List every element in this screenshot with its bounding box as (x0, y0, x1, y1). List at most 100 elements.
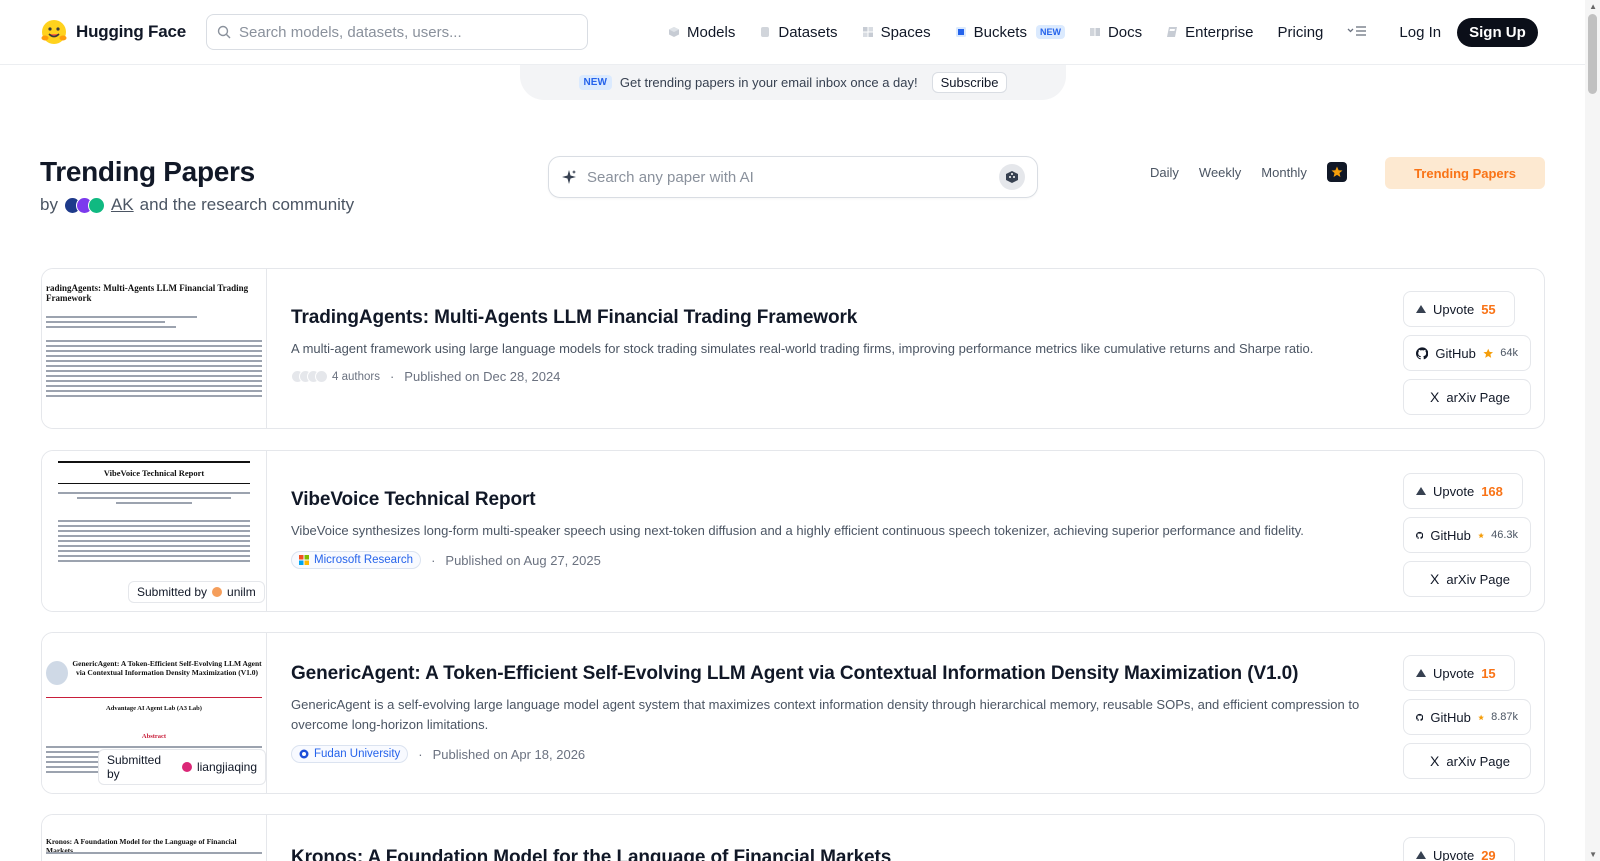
arxiv-icon: X (1430, 389, 1440, 405)
new-badge: NEW (1035, 25, 1065, 39)
thumbnail-title: GenericAgent: A Token-Efficient Self-Evo… (72, 659, 262, 677)
signup-button[interactable]: Sign Up (1457, 17, 1538, 47)
paper-body: Kronos: A Foundation Model for the Langu… (291, 847, 1361, 861)
scroll-down-icon[interactable]: ▼ (1589, 850, 1597, 859)
nav-pricing-label: Pricing (1277, 23, 1324, 41)
paper-title[interactable]: Kronos: A Foundation Model for the Langu… (291, 847, 1361, 861)
submitted-by-badge[interactable]: Submitted by liangjiaqing (98, 749, 266, 785)
paper-card[interactable]: radingAgents: Multi-Agents LLM Financial… (41, 268, 1545, 429)
trending-papers-button[interactable]: Trending Papers (1385, 157, 1545, 189)
arxiv-button[interactable]: X arXiv Page (1403, 561, 1531, 597)
scroll-up-icon[interactable]: ▲ (1589, 2, 1597, 11)
page-scrollbar[interactable]: ▲ ▼ (1585, 0, 1600, 861)
database-icon (761, 27, 770, 37)
avatar (87, 196, 105, 214)
tab-daily[interactable]: Daily (1150, 165, 1179, 180)
paper-meta: Microsoft Research · Published on Aug 27… (291, 551, 1361, 569)
university-logo-icon (299, 749, 309, 759)
nav-docs[interactable]: Docs (1089, 24, 1142, 41)
subscribe-button[interactable]: Subscribe (931, 72, 1008, 93)
nav-datasets[interactable]: Datasets (759, 23, 838, 41)
paper-title[interactable]: TradingAgents: Multi-Agents LLM Financia… (291, 307, 1361, 329)
bucket-icon (955, 27, 966, 37)
thumbnail-title: VibeVoice Technical Report (103, 468, 205, 478)
org-chip[interactable]: Microsoft Research (291, 551, 422, 569)
author-avatars (291, 370, 328, 383)
global-search-input[interactable] (239, 23, 559, 41)
paper-thumbnail[interactable]: Kronos: A Foundation Model for the Langu… (42, 815, 267, 861)
arxiv-button[interactable]: X arXiv Page (1403, 743, 1531, 779)
thumbnail-lab: Advantage AI Agent Lab (A3 Lab) (106, 705, 202, 712)
upvote-button[interactable]: Upvote 29 (1403, 837, 1515, 861)
upvote-arrow-icon (1416, 669, 1426, 677)
paper-card[interactable]: VibeVoice Technical Report Submitted by … (41, 450, 1545, 612)
arxiv-button[interactable]: X arXiv Page (1403, 379, 1531, 415)
published-date: Published on Dec 28, 2024 (404, 369, 561, 384)
org-name: Microsoft Research (314, 554, 414, 566)
curator-avatars (63, 196, 105, 214)
author-link[interactable]: AK (111, 195, 134, 215)
paper-card[interactable]: Kronos: A Foundation Model for the Langu… (41, 814, 1545, 861)
upvote-button[interactable]: Upvote 15 (1403, 655, 1515, 691)
github-button[interactable]: GitHub 64k (1403, 335, 1531, 371)
ai-paper-search[interactable] (548, 156, 1038, 198)
submitted-by-badge[interactable]: Submitted by unilm (128, 581, 265, 603)
upvote-arrow-icon (1416, 851, 1426, 859)
paper-card[interactable]: GenericAgent: A Token-Efficient Self-Evo… (41, 632, 1545, 794)
nav-enterprise[interactable]: Enterprise (1166, 24, 1254, 41)
submitter-name: unilm (227, 585, 256, 599)
author-count: 4 authors (332, 370, 380, 383)
paper-meta: 4 authors · Published on Dec 28, 2024 (291, 369, 1361, 384)
upvote-button[interactable]: Upvote 55 (1403, 291, 1515, 327)
lab-logo-icon (46, 661, 68, 685)
nav-pricing[interactable]: Pricing (1278, 24, 1324, 41)
paper-actions: Upvote 168 GitHub 46.3k X arXiv Page (1403, 473, 1531, 597)
login-link[interactable]: Log In (1399, 24, 1441, 41)
arxiv-label: arXiv Page (1446, 753, 1510, 769)
org-chip[interactable]: Fudan University (291, 745, 409, 763)
github-icon (1416, 713, 1424, 721)
paper-thumbnail[interactable]: radingAgents: Multi-Agents LLM Financial… (42, 269, 267, 428)
github-button[interactable]: GitHub 46.3k (1403, 517, 1531, 553)
github-label: GitHub (1435, 345, 1476, 361)
paper-thumbnail[interactable]: GenericAgent: A Token-Efficient Self-Evo… (42, 633, 267, 793)
paper-summary: VibeVoice synthesizes long-form multi-sp… (291, 523, 1304, 538)
upvote-count: 15 (1481, 665, 1496, 681)
ai-search-button[interactable] (999, 164, 1025, 190)
paper-body: TradingAgents: Multi-Agents LLM Financia… (291, 307, 1361, 384)
byline-community: and the research community (139, 195, 355, 214)
brand-name: Hugging Face (76, 22, 186, 41)
github-stars: 8.87k (1491, 711, 1518, 723)
nav-buckets[interactable]: Buckets NEW (955, 24, 1065, 41)
tab-weekly[interactable]: Weekly (1199, 165, 1241, 180)
microsoft-logo-icon (299, 555, 309, 565)
tab-monthly[interactable]: Monthly (1261, 165, 1307, 180)
github-button[interactable]: GitHub 8.87k (1403, 699, 1531, 735)
paper-actions: Upvote 15 GitHub 8.87k X arXiv Page (1403, 655, 1531, 779)
hugging-face-logo-icon (41, 20, 67, 44)
ai-search-input[interactable] (587, 168, 987, 186)
upvote-count: 168 (1481, 483, 1503, 499)
star-icon (1478, 714, 1484, 720)
upvote-label: Upvote (1433, 665, 1475, 681)
nav-spaces[interactable]: Spaces (862, 24, 931, 41)
search-icon (217, 25, 231, 39)
more-menu-icon[interactable] (1347, 24, 1367, 40)
star-icon (1478, 532, 1484, 538)
sparkle-icon (562, 170, 576, 184)
paper-title[interactable]: GenericAgent: A Token-Efficient Self-Evo… (291, 663, 1361, 685)
nav-models[interactable]: Models (668, 24, 735, 41)
global-search[interactable] (206, 14, 588, 50)
nav-datasets-label: Datasets (778, 23, 838, 41)
enterprise-icon (1167, 27, 1178, 37)
arxiv-label: arXiv Page (1446, 571, 1510, 587)
upvote-button[interactable]: Upvote 168 (1403, 473, 1523, 509)
paper-title[interactable]: VibeVoice Technical Report (291, 489, 1361, 511)
thumbnail-abstract: Abstract (141, 733, 167, 740)
paper-thumbnail[interactable]: VibeVoice Technical Report Submitted by … (42, 451, 267, 611)
star-filter-button[interactable] (1326, 162, 1347, 182)
paper-actions: Upvote 29 (1403, 837, 1515, 861)
scrollbar-thumb[interactable] (1588, 14, 1597, 94)
github-stars: 64k (1500, 347, 1518, 359)
brand-logo[interactable]: Hugging Face (40, 18, 206, 46)
